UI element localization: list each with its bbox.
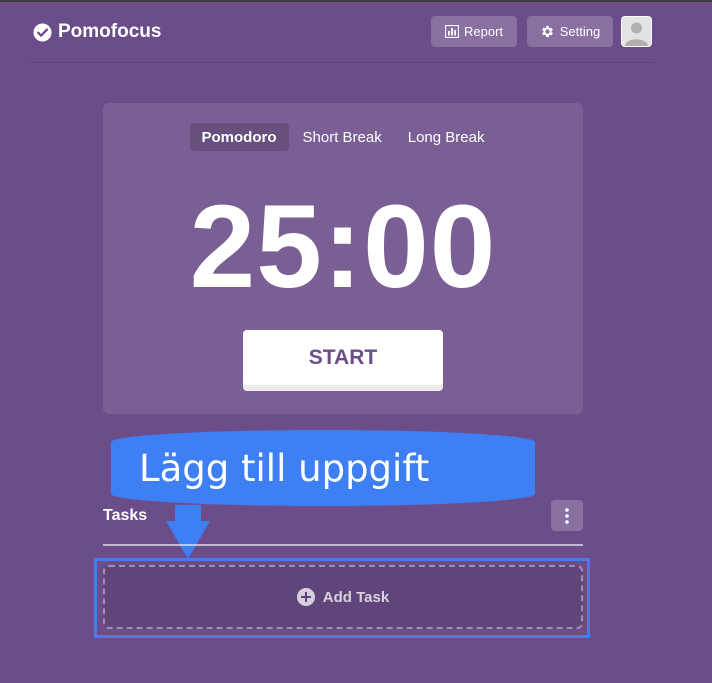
page: Pomofocus Report Setting Pomodoro Short … — [0, 0, 712, 683]
bar-chart-icon — [444, 25, 459, 38]
report-label: Report — [463, 24, 504, 39]
tab-long-break[interactable]: Long Break — [396, 123, 497, 151]
brand-logo[interactable]: Pomofocus — [33, 20, 161, 44]
gear-icon — [541, 25, 553, 38]
tasks-menu-button[interactable] — [551, 500, 583, 531]
report-button[interactable]: Report — [431, 16, 517, 47]
tab-pomodoro[interactable]: Pomodoro — [189, 123, 289, 151]
mode-tabs: Pomodoro Short Break Long Break — [103, 123, 583, 151]
add-task-button[interactable]: Add Task — [103, 565, 583, 629]
annotation-callout: Lägg till uppgift — [111, 430, 535, 506]
tasks-divider — [103, 544, 583, 546]
tasks-title: Tasks — [103, 507, 148, 524]
user-avatar[interactable] — [621, 16, 652, 47]
callout-text: Lägg till uppgift — [139, 446, 430, 490]
user-avatar-icon — [622, 17, 651, 46]
tab-short-break[interactable]: Short Break — [291, 123, 394, 151]
add-task-label: Add Task — [322, 588, 390, 606]
brand-name: Pomofocus — [58, 21, 162, 42]
vertical-dots-icon — [565, 507, 569, 524]
annotation-arrow-icon — [166, 521, 210, 559]
plus-circle-icon — [296, 588, 315, 606]
check-circle-icon — [33, 22, 52, 42]
setting-button[interactable]: Setting — [527, 16, 613, 47]
timer-card: Pomodoro Short Break Long Break 25:00 ST… — [103, 103, 583, 414]
start-button[interactable]: START — [243, 330, 443, 385]
header: Pomofocus Report Setting — [30, 0, 654, 63]
setting-label: Setting — [559, 24, 601, 39]
timer-display: 25:00 — [189, 181, 497, 313]
